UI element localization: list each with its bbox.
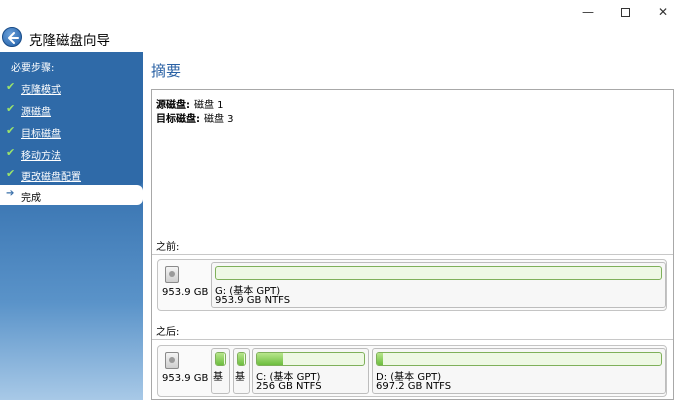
- sidebar-item-source-disk[interactable]: ✔ 源磁盘: [4, 100, 140, 120]
- divider: [152, 339, 673, 340]
- partition-info: 953.9 GB NTFS: [215, 295, 291, 306]
- after-disk-panel: 953.9 GB 基 基 C: (基本 GPT) 256 GB NTFS D: …: [157, 345, 667, 397]
- summary-target-value: 磁盘 3: [204, 114, 234, 125]
- disk-size: 953.9 GB: [162, 373, 209, 384]
- sidebar-item-finish[interactable]: ➔ 完成: [0, 185, 143, 205]
- usage-fill: [377, 353, 383, 365]
- partition-info: 256 GB NTFS: [256, 381, 322, 392]
- usage-bar: [256, 352, 365, 366]
- hard-disk-icon: [165, 266, 179, 283]
- maximize-icon: [620, 8, 630, 17]
- usage-bar: [376, 352, 662, 366]
- check-icon: ✔: [6, 80, 16, 93]
- usage-fill: [238, 353, 245, 365]
- usage-bar: [215, 266, 662, 280]
- sidebar-steps-panel: 必要步骤: ✔ 克隆模式 ✔ 源磁盘 ✔ 目标磁盘 ✔ 移动方法 ✔ 更改磁盘配…: [0, 52, 143, 186]
- partition-small-2[interactable]: 基: [233, 348, 250, 394]
- sidebar-item-clone-mode[interactable]: ✔ 克隆模式: [4, 78, 140, 98]
- title-bar: — ✕: [0, 0, 683, 24]
- disk-size: 953.9 GB: [162, 287, 209, 298]
- sidebar-item-label: 目标磁盘: [21, 129, 61, 140]
- partition-g[interactable]: G: (基本 GPT) 953.9 GB NTFS: [211, 262, 666, 308]
- check-icon: ✔: [6, 167, 16, 180]
- sidebar-item-label: 源磁盘: [21, 107, 51, 118]
- summary-panel: 源磁盘: 磁盘 1 目标磁盘: 磁盘 3 之前: 953.9 GB G: (基本 G…: [151, 89, 674, 400]
- close-button[interactable]: ✕: [640, 0, 683, 24]
- sidebar-item-label: 移动方法: [21, 151, 61, 162]
- summary-target-key: 目标磁盘:: [156, 114, 200, 125]
- sidebar-item-move-method[interactable]: ✔ 移动方法: [4, 144, 140, 164]
- after-label: 之后:: [156, 327, 180, 338]
- usage-fill: [216, 353, 225, 365]
- check-icon: ✔: [6, 102, 16, 115]
- sidebar-item-change-disk-layout[interactable]: ✔ 更改磁盘配置: [4, 165, 140, 185]
- partition-name: 基: [213, 372, 223, 383]
- sidebar-item-label: 更改磁盘配置: [21, 172, 81, 183]
- sidebar-heading: 必要步骤:: [11, 63, 55, 74]
- wizard-title: 克隆磁盘向导: [29, 33, 110, 49]
- current-step-arrow-icon: ➔: [6, 188, 15, 199]
- usage-fill: [257, 353, 283, 365]
- check-icon: ✔: [6, 124, 16, 137]
- usage-bar: [215, 352, 226, 366]
- usage-bar: [237, 352, 246, 366]
- section-title: 摘要: [151, 62, 182, 80]
- before-label: 之前:: [156, 242, 180, 253]
- partition-name: 基: [235, 372, 245, 383]
- partition-d[interactable]: D: (基本 GPT) 697.2 GB NTFS: [372, 348, 666, 394]
- partition-info: 697.2 GB NTFS: [376, 381, 452, 392]
- before-disk-panel: 953.9 GB G: (基本 GPT) 953.9 GB NTFS: [157, 259, 667, 311]
- summary-source-line: 源磁盘: 磁盘 1: [156, 96, 224, 111]
- divider: [152, 254, 673, 255]
- back-button[interactable]: [2, 27, 22, 47]
- check-icon: ✔: [6, 146, 16, 159]
- sidebar-item-label: 克隆模式: [21, 85, 61, 96]
- partition-small-1[interactable]: 基: [211, 348, 230, 394]
- back-arrow-icon: [8, 32, 19, 44]
- sidebar-item-label: 完成: [21, 193, 41, 204]
- partition-c[interactable]: C: (基本 GPT) 256 GB NTFS: [252, 348, 369, 394]
- hard-disk-icon: [165, 352, 179, 369]
- sidebar-decoration: [0, 205, 143, 400]
- sidebar-item-target-disk[interactable]: ✔ 目标磁盘: [4, 122, 140, 142]
- sidebar: 必要步骤: ✔ 克隆模式 ✔ 源磁盘 ✔ 目标磁盘 ✔ 移动方法 ✔ 更改磁盘配…: [0, 52, 143, 400]
- summary-target-line: 目标磁盘: 磁盘 3: [156, 110, 234, 125]
